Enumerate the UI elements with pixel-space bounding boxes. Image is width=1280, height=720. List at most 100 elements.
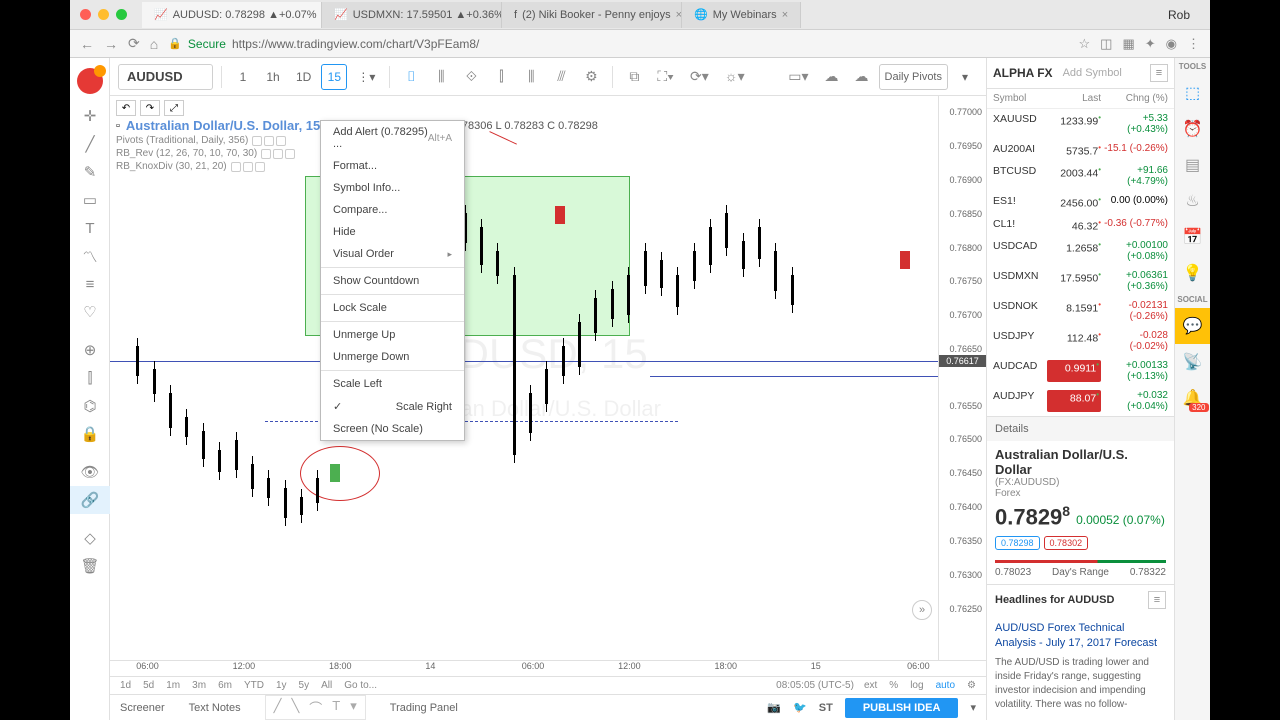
cloud-save-icon[interactable]: ☁ <box>819 64 845 90</box>
star-icon[interactable]: ☆ <box>1079 36 1091 52</box>
trading-panel-tab[interactable]: Trading Panel <box>390 702 458 714</box>
close-window-icon[interactable] <box>80 9 91 20</box>
headlines-menu-icon[interactable]: ≡ <box>1148 591 1166 609</box>
ctx-scale-left[interactable]: Scale Left <box>321 373 464 395</box>
extension-icon[interactable]: ◉ <box>1166 36 1177 52</box>
browser-tab[interactable]: f(2) Niki Booker - Penny enjoys× <box>502 2 682 28</box>
user-avatar[interactable] <box>77 68 103 94</box>
watchlist-row[interactable]: AUDJPY88.07•+0.032 (+0.04%) <box>987 386 1174 416</box>
ideas-icon[interactable]: 💡 <box>1175 255 1211 291</box>
alert-icon[interactable]: ⚙ <box>578 64 604 90</box>
pattern-tool-icon[interactable]: 〽 <box>70 242 110 270</box>
watchlist-tab[interactable]: ALPHA FX <box>993 66 1053 80</box>
minimize-window-icon[interactable] <box>98 9 109 20</box>
auto-toggle[interactable]: auto <box>934 680 957 691</box>
watchlist-row[interactable]: AU200AI5735.7•-15.1 (-0.26%) <box>987 139 1174 162</box>
hotlist-icon[interactable]: ▤ <box>1175 147 1211 183</box>
pitchfork-tool-icon[interactable]: ✎ <box>70 158 110 186</box>
home-icon[interactable]: ⌂ <box>150 36 158 52</box>
interval-1d[interactable]: 1D <box>290 64 317 90</box>
tf-3m[interactable]: 3m <box>190 680 208 691</box>
line-icon[interactable]: ╲ <box>291 698 299 717</box>
calendar-icon[interactable]: ♨ <box>1175 183 1211 219</box>
measure-tool-icon[interactable]: ⫿ <box>70 364 110 392</box>
trendline-tool-icon[interactable]: ╱ <box>70 130 110 158</box>
menu-icon[interactable]: ⋮ <box>1187 36 1200 52</box>
fullscreen-icon[interactable]: ⟳▾ <box>684 64 715 90</box>
forward-icon[interactable]: → <box>104 36 118 52</box>
cursor-tool-icon[interactable]: ✛ <box>70 102 110 130</box>
bars-icon[interactable]: ⫼ <box>428 64 454 90</box>
ctx-unmerge-up[interactable]: Unmerge Up <box>321 324 464 346</box>
text-icon[interactable]: T <box>332 698 340 717</box>
extension-icon[interactable]: ✦ <box>1145 36 1156 52</box>
chevron-down-icon[interactable]: ▾ <box>952 64 978 90</box>
tf-5y[interactable]: 5y <box>297 680 312 691</box>
ctx-add-alert[interactable]: Add Alert (0.78295) ...Alt+A <box>321 121 464 155</box>
undo-icon[interactable]: ↶ <box>116 100 136 116</box>
watchlist-row[interactable]: USDCAD1.2658•+0.00100 (+0.08%) <box>987 236 1174 266</box>
tf-6m[interactable]: 6m <box>216 680 234 691</box>
extension-icon[interactable]: ◫ <box>1100 36 1112 52</box>
daily-pivots-button[interactable]: Daily Pivots <box>879 64 948 90</box>
templates-icon[interactable]: ⫻ <box>548 64 574 90</box>
ctx-show-countdown[interactable]: Show Countdown <box>321 270 464 292</box>
news-icon[interactable]: 📅 <box>1175 219 1211 255</box>
interval-15[interactable]: 15 <box>321 64 347 90</box>
screener-tab[interactable]: Screener <box>120 702 165 714</box>
back-icon[interactable]: ← <box>80 36 94 52</box>
favorite-tool-icon[interactable]: ♡ <box>70 298 110 326</box>
ctx-symbol-info[interactable]: Symbol Info... <box>321 177 464 199</box>
stocktwits-icon[interactable]: ST <box>819 702 833 714</box>
ctx-format[interactable]: Format... <box>321 155 464 177</box>
extension-icon[interactable]: ▦ <box>1122 36 1134 52</box>
time-axis[interactable]: 06:00 12:00 18:00 14 06:00 12:00 18:00 1… <box>110 660 986 676</box>
window-controls[interactable] <box>80 9 127 20</box>
watchlist-menu-icon[interactable]: ≡ <box>1150 64 1168 82</box>
alerts-icon[interactable]: ⏰ <box>1175 111 1211 147</box>
text-tool-icon[interactable]: T <box>70 214 110 242</box>
headlines-header[interactable]: Headlines for AUDUSD ≡ <box>987 584 1174 615</box>
tab-close-icon[interactable]: × <box>782 9 788 21</box>
ext-toggle[interactable]: ext <box>862 680 879 691</box>
stream-icon[interactable]: 📡 <box>1175 344 1211 380</box>
publish-button[interactable]: PUBLISH IDEA <box>845 698 959 718</box>
color-picker-icon[interactable]: ▭▾ <box>782 64 814 90</box>
headline-title[interactable]: AUD/USD Forex Technical Analysis - July … <box>987 615 1174 656</box>
indicators-icon[interactable]: ⫿ <box>488 64 514 90</box>
tf-1d[interactable]: 1d <box>118 680 133 691</box>
watchlist-row[interactable]: BTCUSD2003.44•+91.66 (+4.79%) <box>987 161 1174 191</box>
watchlist-row[interactable]: USDMXN17.5950•+0.06361 (+0.36%) <box>987 266 1174 296</box>
chart-settings-icon[interactable]: ⛶▾ <box>651 64 680 90</box>
line-icon[interactable]: ╱ <box>274 698 282 717</box>
browser-tab[interactable]: 📈USDMXN: 17.59501 ▲+0.36%× <box>322 2 502 28</box>
watchlist-row[interactable]: AUDCAD0.9911•+0.00133 (+0.13%) <box>987 356 1174 386</box>
tf-1m[interactable]: 1m <box>164 680 182 691</box>
rectangle-tool-icon[interactable]: ▭ <box>70 186 110 214</box>
twitter-icon[interactable]: 🐦 <box>793 701 807 714</box>
add-symbol-input[interactable]: Add Symbol <box>1057 67 1146 79</box>
forecast-tool-icon[interactable]: ≡ <box>70 270 110 298</box>
chat-icon[interactable]: 💬 <box>1175 308 1211 344</box>
symbol-input[interactable] <box>118 64 213 90</box>
tf-5d[interactable]: 5d <box>141 680 156 691</box>
chevron-down-icon[interactable]: ▾ <box>970 701 976 714</box>
delete-tool-icon[interactable]: 🗑 <box>70 552 110 580</box>
cloud-load-icon[interactable]: ☁ <box>849 64 875 90</box>
visibility-tool-icon[interactable]: 👁 <box>70 458 110 486</box>
expand-icon[interactable]: ⤢ <box>164 100 184 116</box>
log-toggle[interactable]: log <box>908 680 925 691</box>
shapes-tool-icon[interactable]: ◇ <box>70 524 110 552</box>
details-header[interactable]: Details <box>987 416 1174 441</box>
ctx-visual-order[interactable]: Visual Order▸ <box>321 243 464 265</box>
tf-ytd[interactable]: YTD <box>242 680 266 691</box>
browser-profile[interactable]: Rob <box>1168 8 1190 22</box>
candles-icon[interactable]: ⌷ <box>398 64 424 90</box>
layout-icon[interactable]: ⧉ <box>621 64 647 90</box>
collapse-icon[interactable]: ▫ <box>116 120 120 132</box>
pct-toggle[interactable]: % <box>887 680 900 691</box>
watchlist-row[interactable]: ES1!2456.00•0.00 (0.00%) <box>987 191 1174 214</box>
drop-icon[interactable]: ▾ <box>350 698 357 717</box>
address-field[interactable]: 🔒 Secure https://www.tradingview.com/cha… <box>168 37 1068 51</box>
ctx-screen-no-scale[interactable]: Screen (No Scale) <box>321 418 464 440</box>
